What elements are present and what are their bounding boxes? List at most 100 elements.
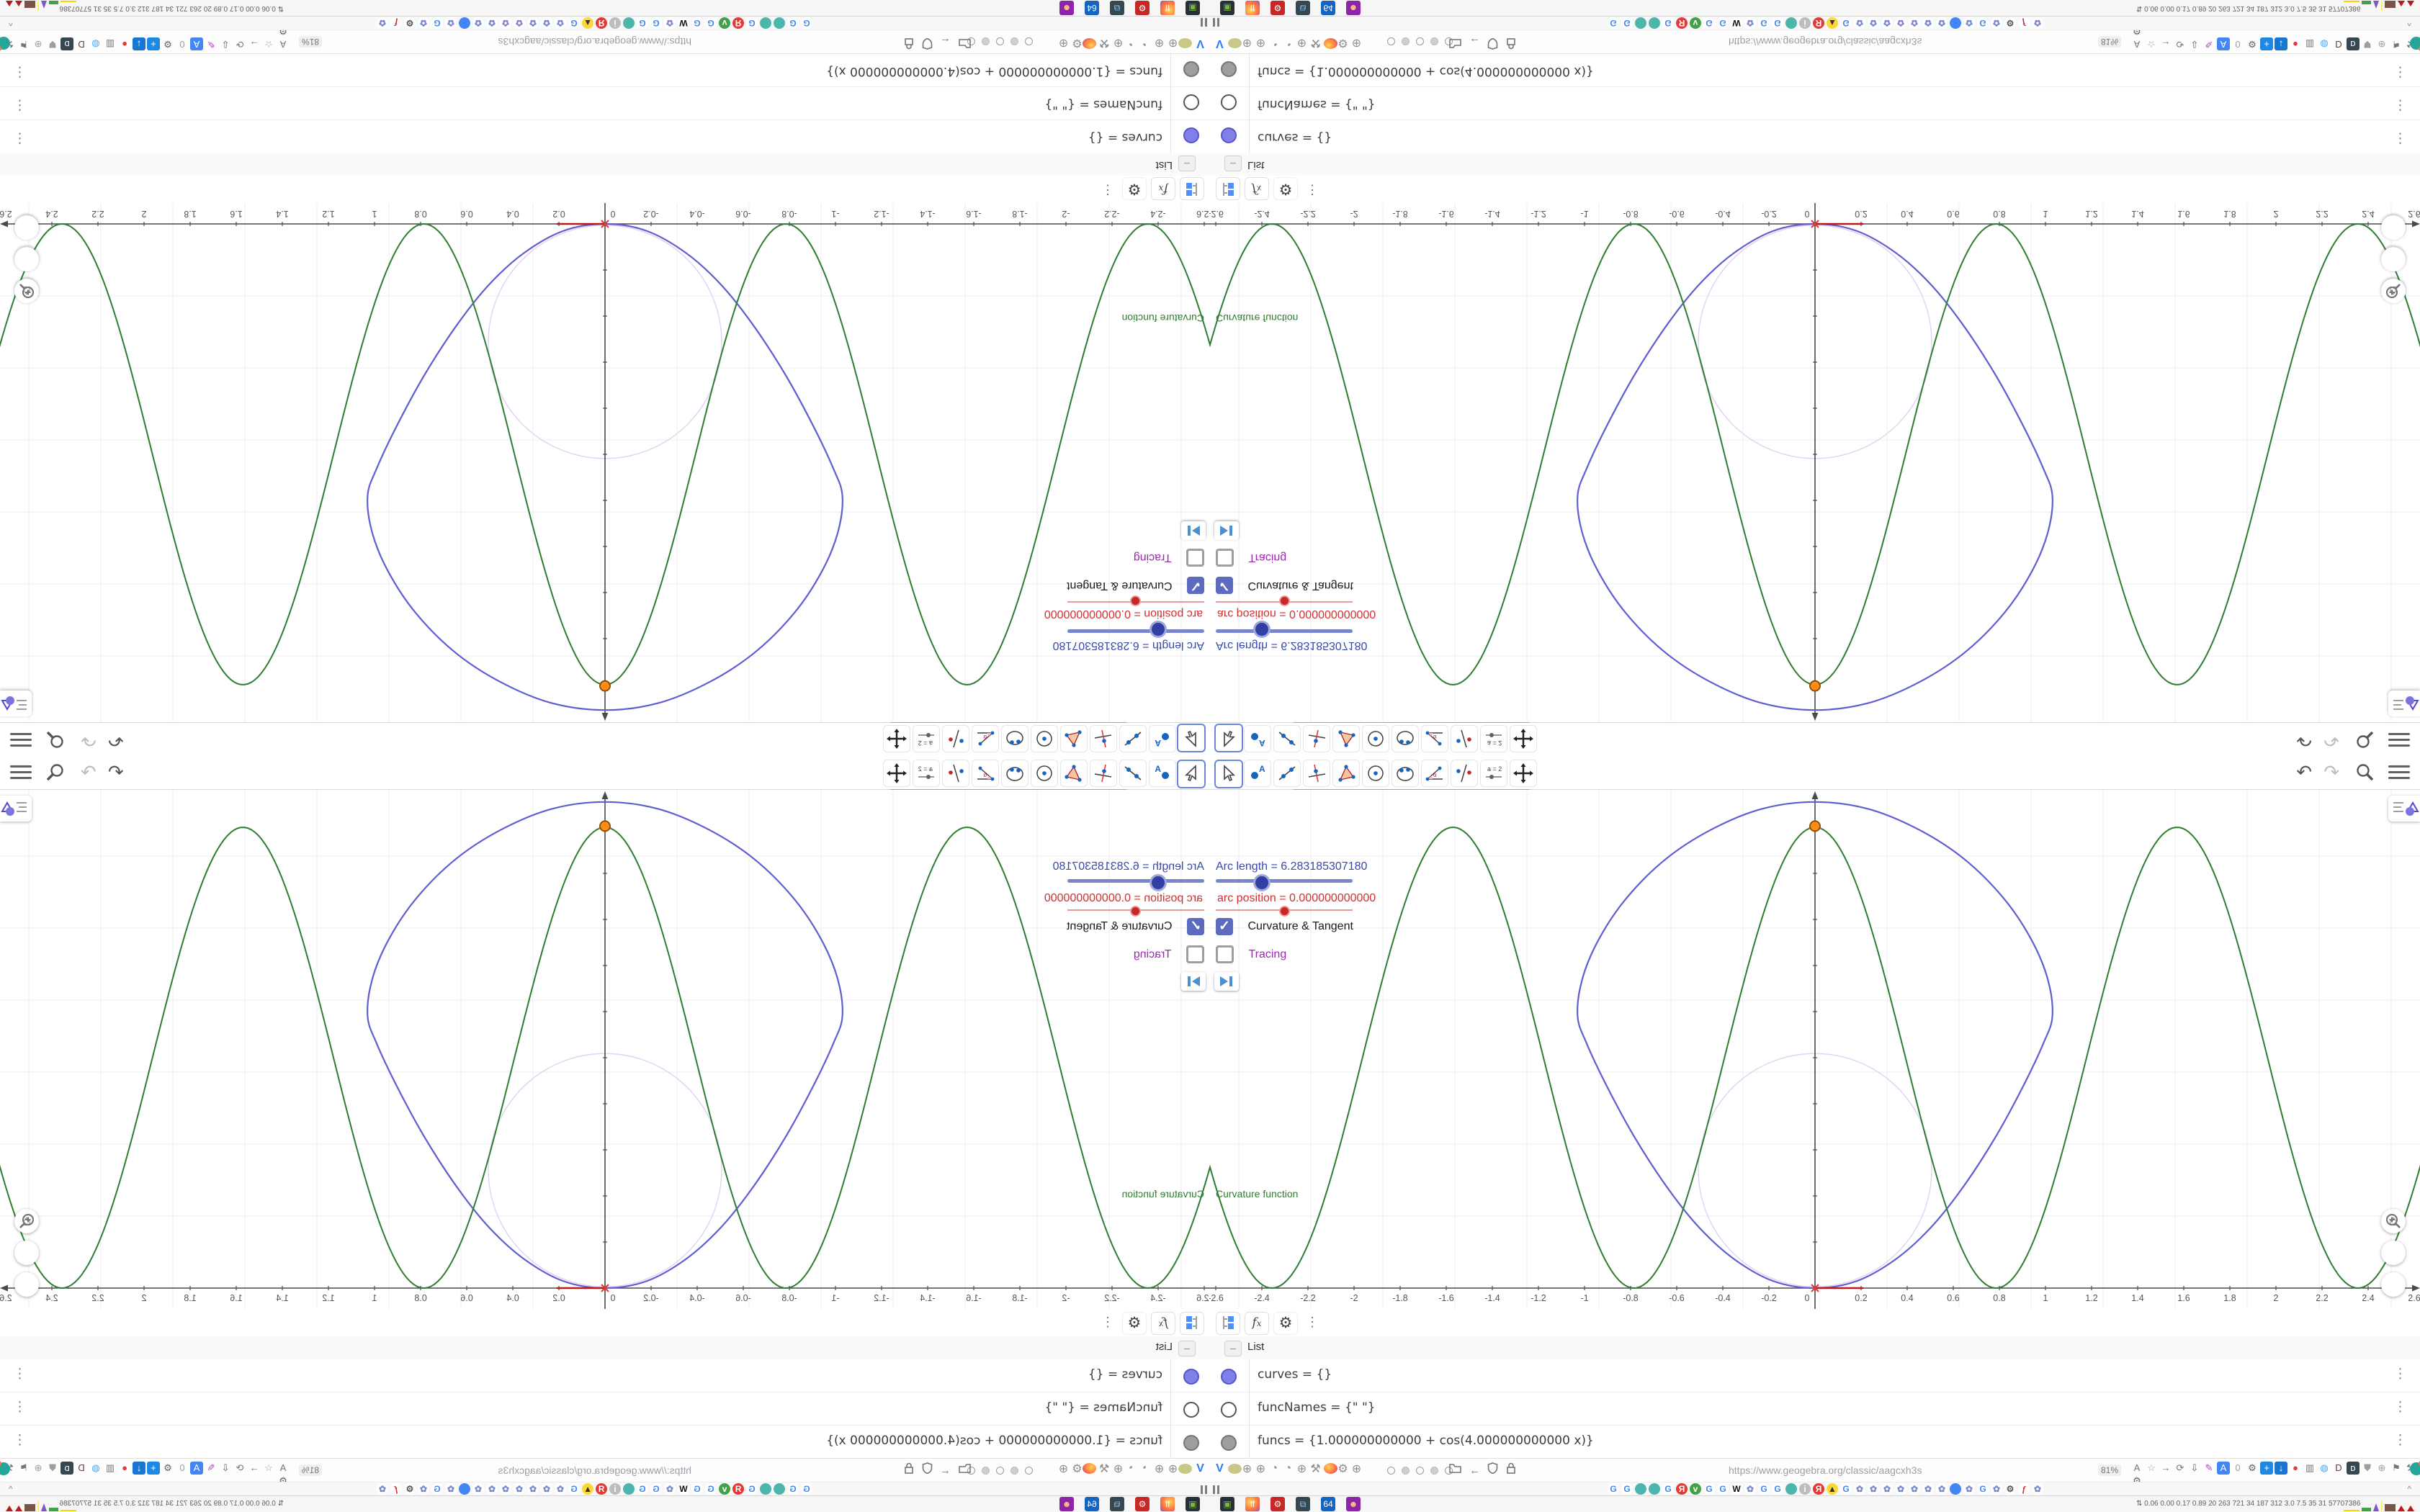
tool-polygon[interactable]: [1332, 725, 1360, 752]
tab-favicon[interactable]: G: [746, 17, 758, 29]
visibility-toggle[interactable]: [1221, 1369, 1237, 1385]
camera-icon[interactable]: [1227, 1462, 1242, 1475]
visibility-toggle[interactable]: [1183, 1435, 1199, 1451]
zoom-level-badge[interactable]: 81%: [2098, 1464, 2122, 1476]
tab-favicon[interactable]: ✿: [500, 17, 511, 29]
tool-move[interactable]: [1177, 760, 1206, 788]
taskbar-app-icon[interactable]: 64: [1085, 1, 1099, 15]
taskbar-app-icon[interactable]: ▣: [1186, 1497, 1200, 1511]
fx-display-icon[interactable]: fx: [1151, 1312, 1175, 1335]
firefox-icon[interactable]: [1322, 1462, 1337, 1475]
row-menu-icon[interactable]: ⋮: [13, 130, 27, 146]
folder-icon[interactable]: [1449, 35, 1462, 48]
tab-favicon[interactable]: ✿: [486, 17, 498, 29]
globe-icon[interactable]: ⊕: [1295, 1462, 1309, 1476]
tab-favicon[interactable]: W: [678, 17, 689, 29]
camera-icon[interactable]: [1178, 37, 1193, 50]
tool-angle[interactable]: α: [972, 725, 999, 752]
tab-favicon[interactable]: G: [746, 1483, 758, 1495]
fx-display-icon[interactable]: fx: [1245, 1312, 1269, 1335]
tab-favicon[interactable]: [760, 1483, 771, 1495]
tab-favicon[interactable]: ✿: [418, 17, 429, 29]
tab-favicon[interactable]: G: [705, 17, 717, 29]
visibility-toggle[interactable]: [1183, 1402, 1199, 1418]
tab-favicon[interactable]: G: [1703, 1483, 1715, 1495]
zoom-in-button[interactable]: [2381, 1214, 2406, 1265]
tool-line[interactable]: [1273, 725, 1301, 752]
play-pause-button[interactable]: [1181, 521, 1206, 540]
browser-action-icon[interactable]: ⟳: [233, 1462, 246, 1475]
gear-icon[interactable]: ⚙: [1070, 36, 1084, 50]
tab-favicon[interactable]: Я: [1813, 1483, 1824, 1495]
gauge-icon[interactable]: ◔: [1281, 1462, 1295, 1475]
shield-icon[interactable]: [922, 35, 933, 50]
tab-overflow-chevron[interactable]: ^: [2407, 1484, 2411, 1494]
tab-favicon[interactable]: G: [787, 17, 799, 29]
redo-button[interactable]: ↷: [81, 729, 97, 751]
browser-action-icon[interactable]: ✎: [2202, 37, 2215, 50]
tab-favicon[interactable]: ✿: [527, 17, 539, 29]
tab-favicon[interactable]: [1635, 17, 1646, 29]
tab-favicon[interactable]: G: [1840, 1483, 1852, 1495]
tree-view-icon[interactable]: [1180, 177, 1204, 200]
gear-icon[interactable]: ⚙: [1273, 1312, 1298, 1335]
tab-favicon[interactable]: [1950, 1483, 1961, 1495]
tab-favicon[interactable]: G: [1717, 1483, 1729, 1495]
tab-favicon[interactable]: G: [1608, 17, 1619, 29]
tab-favicon[interactable]: i: [1799, 1483, 1811, 1495]
address-bar-url[interactable]: https://www.geogebra.org/classic/aagcxh3…: [498, 1464, 691, 1476]
algebra-row[interactable]: funcNames = {" "} ⋮: [1210, 1392, 2420, 1426]
tab-favicon[interactable]: ▲: [1827, 17, 1838, 29]
graphics-view[interactable]: -2.6 -2.4 -2.2 -2 -1.8 -1.6 -1.4 -1.2 -1 -0.8 -0.6…: [0, 203, 1210, 722]
taskbar-app-icon[interactable]: ⚙: [1135, 1, 1150, 15]
address-bar-url[interactable]: https://www.geogebra.org/classic/aagcxh3…: [1729, 1464, 1922, 1476]
tab-favicon[interactable]: ✿: [1895, 17, 1906, 29]
tab-favicon[interactable]: W: [1731, 17, 1742, 29]
lock-icon[interactable]: [904, 1462, 914, 1477]
browser-action-icon[interactable]: ↓: [2275, 1462, 2287, 1475]
tab-favicon[interactable]: ✿: [1936, 1483, 1948, 1495]
curvature-tangent-checkbox[interactable]: ✓: [1216, 577, 1233, 594]
tab-favicon[interactable]: ✿: [541, 17, 552, 29]
tracing-checkbox[interactable]: [1216, 945, 1234, 963]
shield-icon[interactable]: [922, 1462, 933, 1477]
tab-favicon[interactable]: G: [1840, 17, 1852, 29]
zoom-in-button[interactable]: [14, 247, 39, 298]
tool-slider[interactable]: a = 2: [1480, 760, 1507, 787]
taskbar-app-icon[interactable]: 64: [1085, 1497, 1099, 1511]
profile-avatar[interactable]: [2410, 1461, 2420, 1475]
tab-favicon[interactable]: [1649, 17, 1660, 29]
tool-circle-with-center[interactable]: [1031, 760, 1058, 787]
tab-favicon[interactable]: ✿: [1868, 17, 1879, 29]
tracing-checkbox[interactable]: [1216, 549, 1234, 567]
tab-favicon[interactable]: v: [719, 1483, 730, 1495]
browser-action-icon[interactable]: ⊕: [32, 1462, 45, 1475]
tab-favicon[interactable]: [1950, 17, 1961, 29]
tab-favicon[interactable]: G: [568, 1483, 580, 1495]
browser-action-icon[interactable]: ⊕: [32, 37, 45, 50]
arc-length-slider-knob[interactable]: [1253, 621, 1270, 638]
browser-action-icon[interactable]: ●: [2289, 1462, 2302, 1475]
collapse-button[interactable]: –: [1224, 156, 1242, 171]
tool-polygon[interactable]: [1060, 725, 1088, 752]
visibility-toggle[interactable]: [1183, 61, 1199, 77]
tab-favicon[interactable]: G: [1621, 17, 1633, 29]
browser-action-icon[interactable]: →: [248, 1462, 261, 1475]
back-arrow-icon[interactable]: ←: [1469, 35, 1480, 48]
tool-perpendicular-line[interactable]: [1090, 725, 1117, 752]
tool-reflect[interactable]: [942, 760, 969, 787]
shield-icon[interactable]: [1487, 1462, 1498, 1477]
undo-button[interactable]: ↶: [108, 729, 124, 751]
browser-action-icon[interactable]: ⛊: [2361, 37, 2374, 50]
tree-view-icon[interactable]: [1180, 1312, 1204, 1335]
pin-icon[interactable]: V: [1193, 1462, 1207, 1475]
globe-icon[interactable]: ⊕: [1057, 36, 1070, 50]
arc-position-slider[interactable]: [1216, 906, 1353, 917]
search-icon[interactable]: [2355, 762, 2375, 786]
tab-favicon[interactable]: ⚙: [2004, 17, 2016, 29]
zoom-in-button[interactable]: [2381, 247, 2406, 298]
tab-favicon[interactable]: ▲: [582, 1483, 593, 1495]
browser-action-icon[interactable]: +: [2260, 1462, 2273, 1475]
tool-point[interactable]: A: [1244, 760, 1271, 787]
browser-action-icon[interactable]: ⟳: [2174, 1462, 2187, 1475]
